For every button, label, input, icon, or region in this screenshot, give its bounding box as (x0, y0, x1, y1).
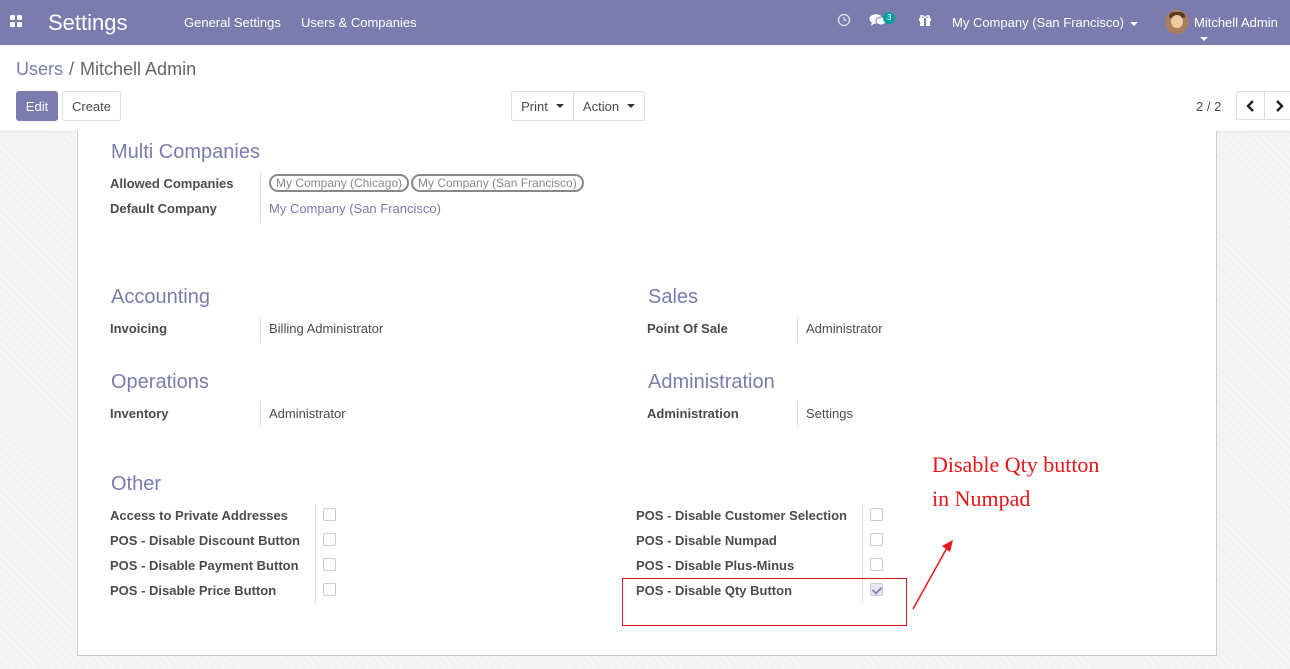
section-title-operations: Operations (111, 371, 209, 393)
app-title: Settings (48, 10, 128, 35)
field-divider (260, 402, 261, 427)
menu-general-settings[interactable]: General Settings (184, 15, 281, 30)
administration-value[interactable]: Settings (806, 406, 853, 421)
annotation-text-line2: in Numpad (932, 486, 1031, 511)
user-name-label: Mitchell Admin (1194, 15, 1278, 30)
invoicing-label: Invoicing (110, 321, 168, 336)
company-switcher-label: My Company (San Francisco) (952, 15, 1124, 30)
pos-disable-discount-label: POS - Disable Discount Button (110, 533, 300, 548)
action-dropdown-button[interactable]: Action (573, 91, 645, 121)
field-divider (315, 504, 316, 604)
company-tag[interactable]: My Company (Chicago) (269, 174, 410, 192)
section-title-other: Other (111, 473, 162, 495)
pos-disable-numpad-label: POS - Disable Numpad (636, 533, 777, 548)
inventory-label: Inventory (110, 406, 169, 421)
company-tag[interactable]: My Company (San Francisco) (411, 174, 584, 192)
point-of-sale-label: Point Of Sale (647, 321, 728, 336)
pos-disable-customer-label: POS - Disable Customer Selection (636, 508, 847, 523)
administration-label: Administration (647, 406, 739, 421)
section-title-accounting: Accounting (111, 286, 210, 308)
pos-disable-price-label: POS - Disable Price Button (110, 583, 277, 598)
chevron-right-icon (1275, 99, 1284, 112)
chevron-left-icon (1245, 99, 1254, 112)
messages-count-badge: 3 (883, 12, 896, 24)
action-label: Action (582, 98, 620, 114)
chevron-down-icon (555, 104, 564, 108)
edit-button[interactable]: Edit (16, 91, 58, 121)
inventory-value[interactable]: Administrator (269, 406, 346, 421)
apps-menu-icon[interactable] (10, 15, 24, 29)
menu-users-companies[interactable]: Users & Companies (301, 15, 417, 30)
print-label: Print (521, 98, 548, 114)
breadcrumb-current: Mitchell Admin (80, 59, 197, 79)
pager-next-button[interactable] (1264, 91, 1290, 120)
user-avatar[interactable] (1165, 10, 1189, 34)
field-divider (797, 317, 798, 342)
invoicing-value[interactable]: Billing Administrator (269, 321, 383, 336)
pager-previous-button[interactable] (1236, 91, 1265, 120)
top-navbar: Settings General Settings Users & Compan… (0, 0, 1290, 45)
print-dropdown-button[interactable]: Print (511, 91, 574, 121)
access-private-addresses-label: Access to Private Addresses (110, 508, 289, 523)
pos-disable-plus-minus-label: POS - Disable Plus-Minus (636, 558, 795, 573)
breadcrumb-separator: / (69, 59, 75, 79)
annotation-text-line1: Disable Qty button (932, 452, 1100, 477)
pos-disable-price-checkbox[interactable] (323, 583, 336, 596)
pos-disable-payment-label: POS - Disable Payment Button (110, 558, 299, 573)
chevron-down-icon (627, 104, 636, 108)
pos-disable-numpad-checkbox[interactable] (870, 533, 883, 546)
pager-value[interactable]: 2 / 2 (1196, 99, 1221, 114)
default-company-link[interactable]: My Company (San Francisco) (269, 201, 441, 216)
field-divider (797, 402, 798, 427)
point-of-sale-value[interactable]: Administrator (806, 321, 883, 336)
create-button[interactable]: Create (62, 91, 121, 121)
section-title-multi-companies: Multi Companies (111, 141, 260, 163)
breadcrumb: Users / Mitchell Admin (16, 59, 196, 80)
allowed-companies-label: Allowed Companies (110, 176, 234, 191)
pos-disable-discount-checkbox[interactable] (323, 533, 336, 546)
annotation-highlight-box (622, 578, 907, 626)
company-switcher[interactable]: My Company (San Francisco) (952, 15, 1138, 30)
chevron-down-icon (1200, 36, 1208, 41)
field-divider (260, 172, 261, 222)
access-private-addresses-checkbox[interactable] (323, 508, 336, 521)
default-company-label: Default Company (110, 201, 217, 216)
pos-disable-plus-minus-checkbox[interactable] (870, 558, 883, 571)
section-title-administration: Administration (648, 371, 775, 393)
pos-disable-payment-checkbox[interactable] (323, 558, 336, 571)
pos-disable-customer-checkbox[interactable] (870, 508, 883, 521)
annotation-arrow-icon (912, 540, 953, 610)
user-menu[interactable]: Mitchell Admin (1194, 15, 1290, 45)
activity-clock-icon[interactable] (837, 13, 851, 30)
chevron-down-icon (1129, 21, 1138, 26)
field-divider (260, 317, 261, 342)
breadcrumb-users-link[interactable]: Users (16, 59, 63, 79)
gift-icon[interactable] (918, 13, 932, 30)
section-title-sales: Sales (648, 286, 699, 308)
